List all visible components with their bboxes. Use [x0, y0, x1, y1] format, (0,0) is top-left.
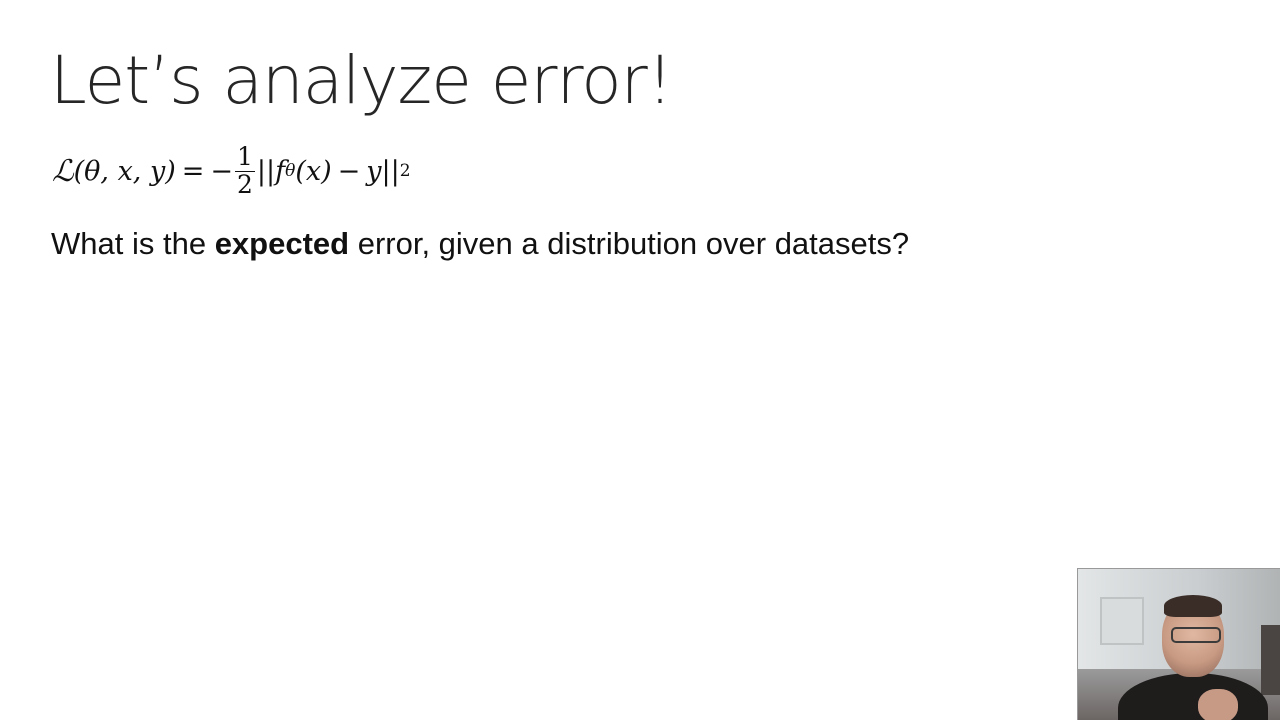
presenter-hair [1164, 595, 1222, 617]
formula-function-arg: (x) [295, 155, 332, 187]
formula-y: y [366, 155, 382, 187]
body-question-emphasis: expected [214, 226, 350, 261]
webcam-wall-frame [1100, 597, 1144, 645]
presenter-body [1118, 673, 1268, 720]
slide: Let’s analyze error! ℒ (θ, x, y) = − 1 2… [0, 0, 1280, 720]
formula-function: f [275, 155, 286, 187]
slide-title: Let’s analyze error! [50, 42, 673, 119]
body-question-prefix: What is the [51, 226, 215, 261]
formula-loss-symbol: ℒ [52, 153, 74, 189]
loss-formula: ℒ (θ, x, y) = − 1 2 || f θ (x) − y || 2 [52, 136, 411, 206]
formula-minus: − [210, 155, 233, 187]
formula-fraction-numerator: 1 [235, 142, 255, 172]
formula-fraction: 1 2 [235, 144, 255, 198]
body-question: What is the expected error, given a dist… [51, 226, 909, 262]
webcam-shelf [1261, 625, 1280, 695]
formula-function-subscript: θ [285, 161, 296, 181]
formula-fraction-denominator: 2 [237, 169, 253, 199]
presenter-glasses [1171, 627, 1221, 643]
presenter-hand [1198, 689, 1238, 720]
formula-power: 2 [399, 161, 411, 181]
body-question-suffix: error, given a distribution over dataset… [349, 226, 910, 261]
formula-norm-close: || [381, 155, 400, 187]
presenter-webcam [1077, 568, 1280, 720]
formula-loss-args: (θ, x, y) [73, 155, 176, 187]
formula-minus-2: − [337, 155, 361, 187]
formula-norm-open: || [256, 155, 276, 187]
formula-equals: = [181, 155, 205, 187]
